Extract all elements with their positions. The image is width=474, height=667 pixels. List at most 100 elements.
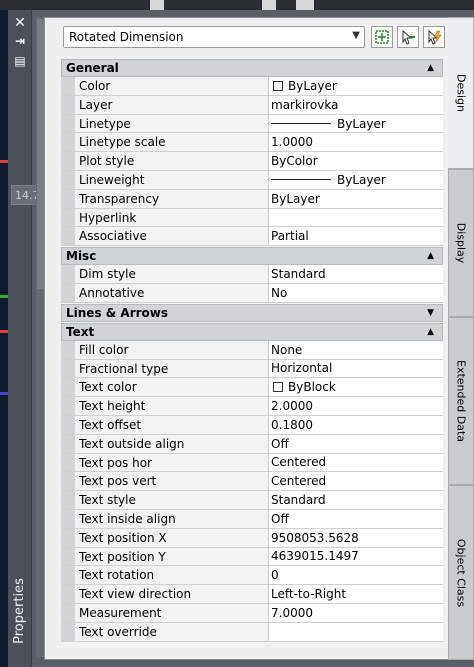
row-gutter (61, 472, 75, 491)
tab-design[interactable]: Design (448, 17, 474, 169)
category-header[interactable]: Text ▲ (61, 322, 443, 341)
property-row[interactable]: Fill color None (61, 340, 443, 360)
palette-titlebar[interactable]: ✕ ⇥ ▤ Properties (8, 10, 32, 667)
property-row[interactable]: Dim style Standard (61, 265, 443, 284)
drawing-area-edge (0, 10, 8, 667)
property-row[interactable]: Text height 2.0000 (61, 397, 443, 416)
property-row[interactable]: Color ByLayer (61, 77, 443, 96)
property-row[interactable]: Text pos hor Centered (61, 453, 443, 473)
expand-icon[interactable]: ▼ (427, 305, 434, 321)
tab-extended-data[interactable]: Extended Data (448, 317, 474, 485)
category-header[interactable]: Lines & Arrows ▼ (61, 303, 443, 322)
row-gutter (61, 77, 75, 95)
category-header[interactable]: Misc ▲ (61, 247, 443, 266)
autohide-icon[interactable]: ⇥ (10, 32, 30, 50)
property-value[interactable] (269, 622, 443, 641)
property-value[interactable]: Centered (269, 453, 443, 472)
toggle-pickadd-button[interactable] (371, 26, 393, 48)
property-value[interactable]: Standard (269, 265, 443, 283)
row-gutter (61, 170, 75, 189)
collapse-icon[interactable]: ▲ (427, 248, 434, 264)
property-row[interactable]: Text color ByBlock (61, 378, 443, 398)
palette-tabs: Design Display Extended Data Object Class (448, 17, 474, 660)
property-value[interactable] (269, 208, 443, 227)
property-value-text: 4639015.1497 (271, 549, 359, 564)
property-value[interactable]: ByBlock (269, 378, 443, 397)
property-row[interactable]: Hyperlink (61, 208, 443, 228)
property-value[interactable]: Left-to-Right (269, 585, 443, 603)
property-value[interactable]: Centered (269, 472, 443, 491)
drawing-area-top (0, 0, 474, 10)
property-row[interactable]: Linetype scale 1.0000 (61, 133, 443, 153)
property-row[interactable]: Fractional type Horizontal (61, 359, 443, 379)
property-value-text: Left-to-Right (271, 587, 347, 602)
property-value[interactable]: 9508053.5628 (269, 528, 443, 547)
close-icon[interactable]: ✕ (10, 14, 30, 32)
property-value[interactable]: Standard (269, 491, 443, 509)
collapse-icon[interactable]: ▲ (427, 324, 434, 340)
property-row[interactable]: Text pos vert Centered (61, 472, 443, 492)
property-name: Transparency (75, 189, 269, 208)
property-value[interactable]: ByLayer (269, 77, 443, 95)
property-value-text: ByLayer (271, 191, 320, 206)
property-value[interactable]: Off (269, 509, 443, 528)
property-row[interactable]: Text view direction Left-to-Right (61, 585, 443, 604)
property-value[interactable]: 4639015.1497 (269, 547, 443, 566)
property-row[interactable]: Text override (61, 622, 443, 642)
object-type-dropdown[interactable]: Rotated Dimension ▼ (63, 26, 365, 48)
property-name: Text position Y (75, 547, 269, 566)
property-value[interactable]: Partial (269, 227, 443, 246)
property-value[interactable]: Off (269, 434, 443, 453)
property-value-text: ByLayer (337, 116, 386, 131)
category-header[interactable]: General ▲ (61, 59, 443, 77)
tab-display[interactable]: Display (448, 169, 474, 317)
property-value-text: Partial (271, 229, 309, 244)
property-row[interactable]: Layer markirovka (61, 95, 443, 115)
property-row[interactable]: Lineweight ByLayer (61, 170, 443, 190)
category-label: Lines & Arrows (66, 305, 168, 320)
property-row[interactable]: Linetype ByLayer (61, 114, 443, 134)
color-swatch-icon (273, 382, 283, 393)
property-row[interactable]: Measurement 7.0000 (61, 603, 443, 623)
property-value[interactable]: ByLayer (269, 189, 443, 208)
property-value[interactable]: ByLayer (269, 114, 443, 133)
palette-menu-icon[interactable]: ▤ (10, 52, 30, 70)
property-value[interactable]: ByLayer (269, 170, 443, 189)
property-row[interactable]: Annotative No (61, 283, 443, 303)
property-name: Linetype scale (75, 133, 269, 152)
property-row[interactable]: Text position Y 4639015.1497 (61, 547, 443, 567)
property-value-text: 1.0000 (271, 135, 313, 150)
property-row[interactable]: Text offset 0.1800 (61, 415, 443, 435)
property-name: Text rotation (75, 566, 269, 585)
property-row[interactable]: Text style Standard (61, 491, 443, 510)
quick-select-button[interactable] (423, 26, 445, 48)
property-value[interactable]: 0 (269, 566, 443, 585)
property-grid: General ▲ Color ByLayer Layer markirovka Linet… (61, 58, 443, 642)
property-row[interactable]: Text position X 9508053.5628 (61, 528, 443, 548)
property-row[interactable]: Text outside align Off (61, 434, 443, 454)
property-row[interactable]: Plot style ByColor (61, 152, 443, 171)
property-value[interactable]: markirovka (269, 95, 443, 114)
property-name: Lineweight (75, 170, 269, 189)
property-row[interactable]: Transparency ByLayer (61, 189, 443, 209)
property-row[interactable]: Associative Partial (61, 227, 443, 247)
row-gutter (61, 378, 75, 397)
tab-object-class[interactable]: Object Class (448, 485, 474, 660)
property-value[interactable]: 0.1800 (269, 415, 443, 434)
property-value[interactable]: Horizontal (269, 359, 443, 378)
property-name: Plot style (75, 152, 269, 170)
collapse-icon[interactable]: ▲ (427, 60, 434, 76)
property-value[interactable]: ByColor (269, 152, 443, 170)
row-gutter (61, 227, 75, 246)
property-value[interactable]: 1.0000 (269, 133, 443, 152)
row-gutter (61, 359, 75, 378)
property-value[interactable]: None (269, 340, 443, 359)
property-value[interactable]: No (269, 283, 443, 302)
select-objects-button[interactable] (397, 26, 419, 48)
property-value[interactable]: 7.0000 (269, 603, 443, 622)
property-row[interactable]: Text rotation 0 (61, 566, 443, 586)
property-row[interactable]: Text inside align Off (61, 509, 443, 529)
property-value[interactable]: 2.0000 (269, 397, 443, 415)
property-name: Associative (75, 227, 269, 246)
quick-select-icon (428, 29, 442, 45)
